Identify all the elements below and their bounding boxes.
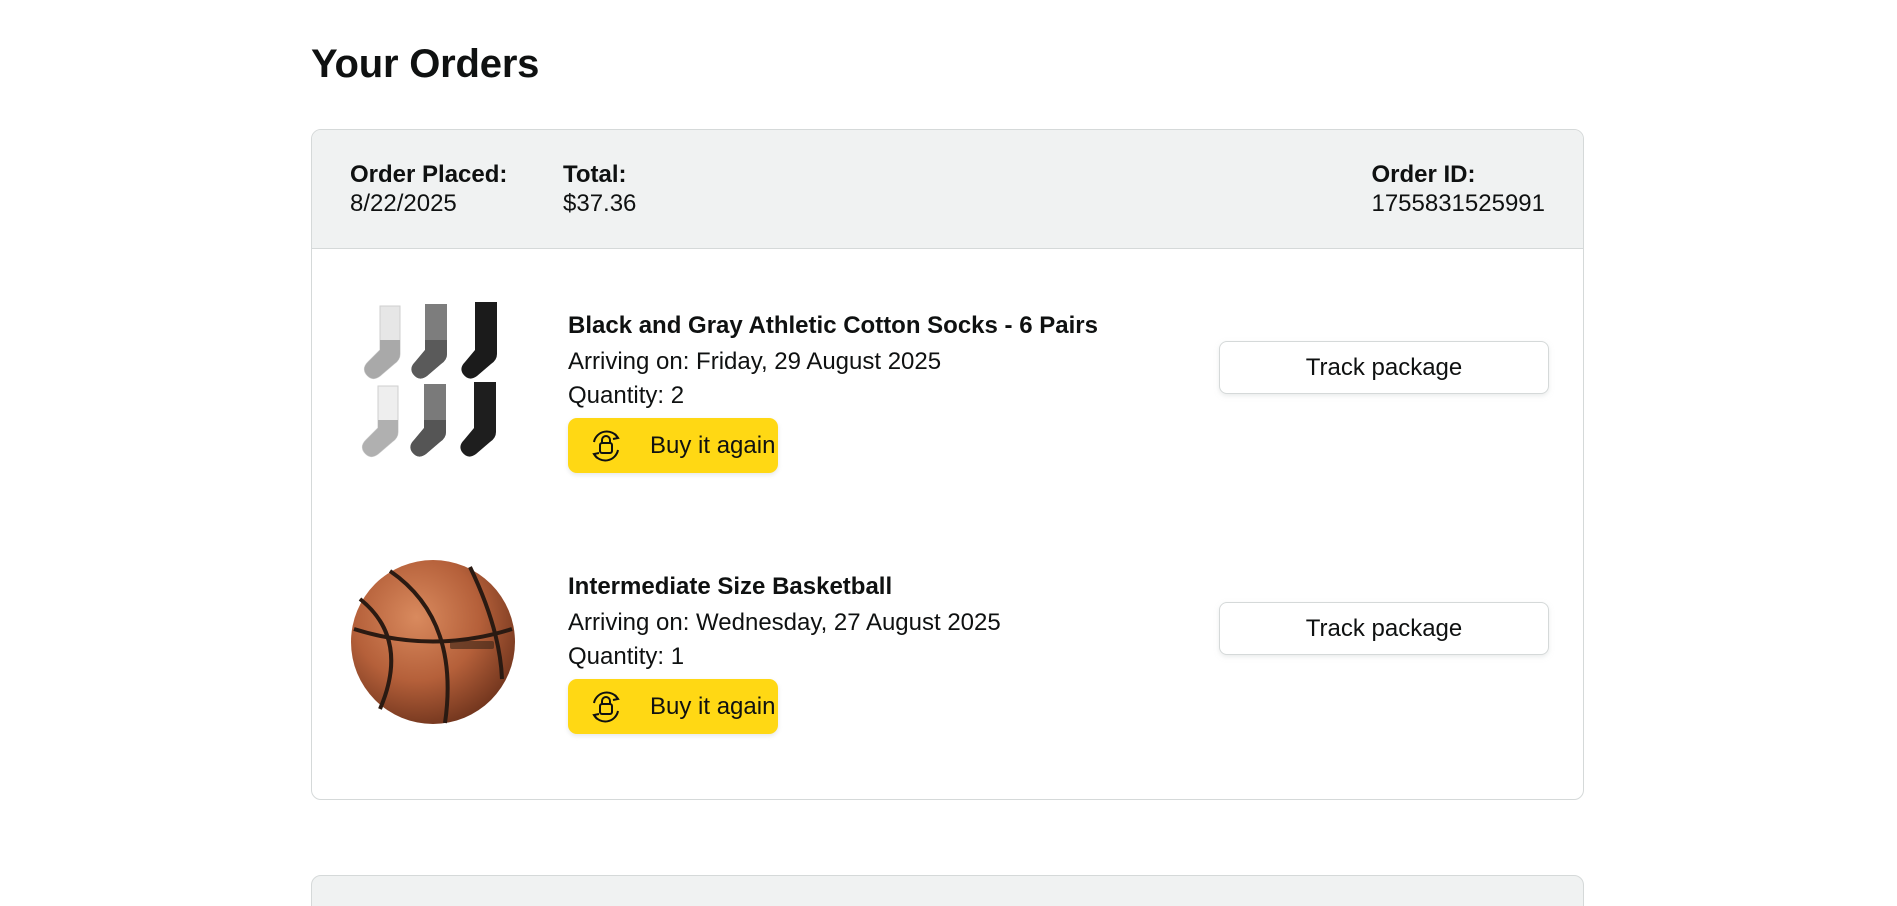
order-item: Intermediate Size Basketball Arriving on…: [312, 559, 1583, 759]
quantity: Quantity: 2: [568, 382, 685, 409]
socks-image[interactable]: [350, 298, 516, 464]
buy-again-icon: [592, 430, 620, 461]
buy-again-label: Buy it again: [650, 692, 776, 720]
arrival-date: Arriving on: Wednesday, 27 August 2025: [568, 609, 1001, 636]
order-item: Black and Gray Athletic Cotton Socks - 6…: [312, 298, 1583, 498]
order-total: Total: $37.36: [563, 160, 636, 218]
order-header: Order Placed: 8/22/2025 Total: $37.36 Or…: [312, 130, 1583, 249]
quantity: Quantity: 1: [568, 643, 685, 670]
buy-again-label: Buy it again: [650, 431, 776, 459]
arrival-date: Arriving on: Friday, 29 August 2025: [568, 348, 942, 375]
order-placed-label: Order Placed:: [350, 161, 508, 188]
track-package-button[interactable]: Track package: [1219, 341, 1549, 394]
track-package-button[interactable]: Track package: [1219, 602, 1549, 655]
page-title: Your Orders: [311, 42, 540, 86]
order-total-label: Total:: [563, 161, 627, 188]
buy-again-button[interactable]: Buy it again: [568, 679, 778, 734]
order-card: Order Placed: 8/22/2025 Total: $37.36 Or…: [311, 129, 1584, 800]
order-placed-value: 8/22/2025: [350, 190, 457, 217]
basketball-image[interactable]: [350, 559, 516, 725]
product-name[interactable]: Black and Gray Athletic Cotton Socks - 6…: [568, 312, 1098, 340]
order-id-label: Order ID:: [1371, 161, 1476, 188]
order-placed: Order Placed: 8/22/2025: [350, 160, 507, 218]
buy-again-icon: [592, 691, 620, 722]
product-name[interactable]: Intermediate Size Basketball: [568, 573, 892, 601]
next-order-card: [311, 875, 1584, 906]
order-id-value: 1755831525991: [1371, 190, 1545, 217]
order-total-value: $37.36: [563, 190, 637, 217]
buy-again-button[interactable]: Buy it again: [568, 418, 778, 473]
order-id: Order ID: 1755831525991: [1371, 160, 1545, 218]
orders-page: Your Orders Order Placed: 8/22/2025 Tota…: [0, 0, 1897, 906]
